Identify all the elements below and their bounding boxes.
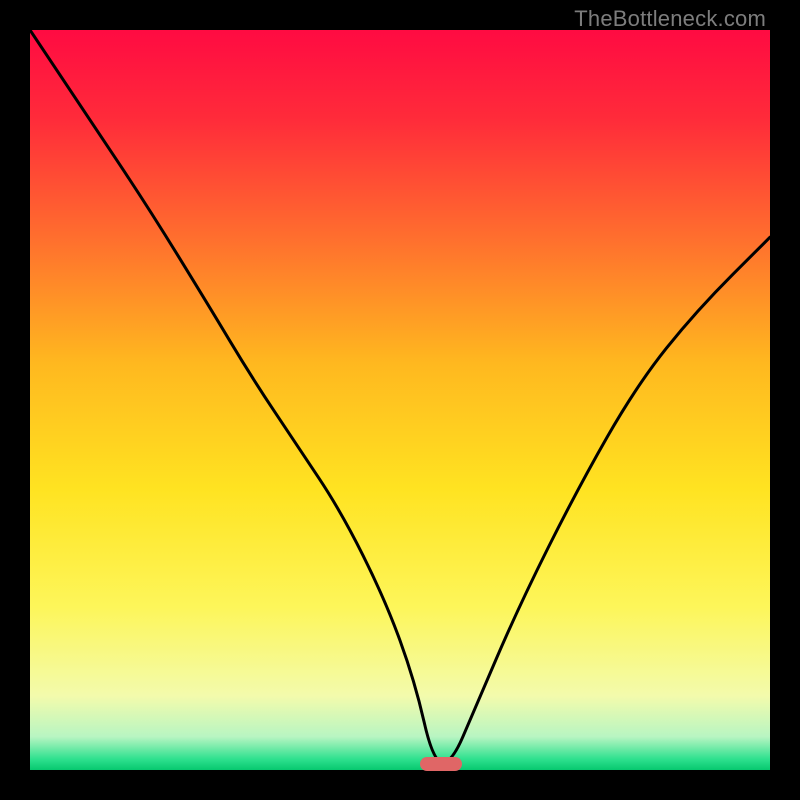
- optimal-point-marker: [420, 757, 462, 771]
- watermark-text: TheBottleneck.com: [574, 6, 766, 32]
- chart-background: [30, 30, 770, 770]
- bottleneck-chart: [30, 30, 770, 770]
- chart-frame: [30, 30, 770, 770]
